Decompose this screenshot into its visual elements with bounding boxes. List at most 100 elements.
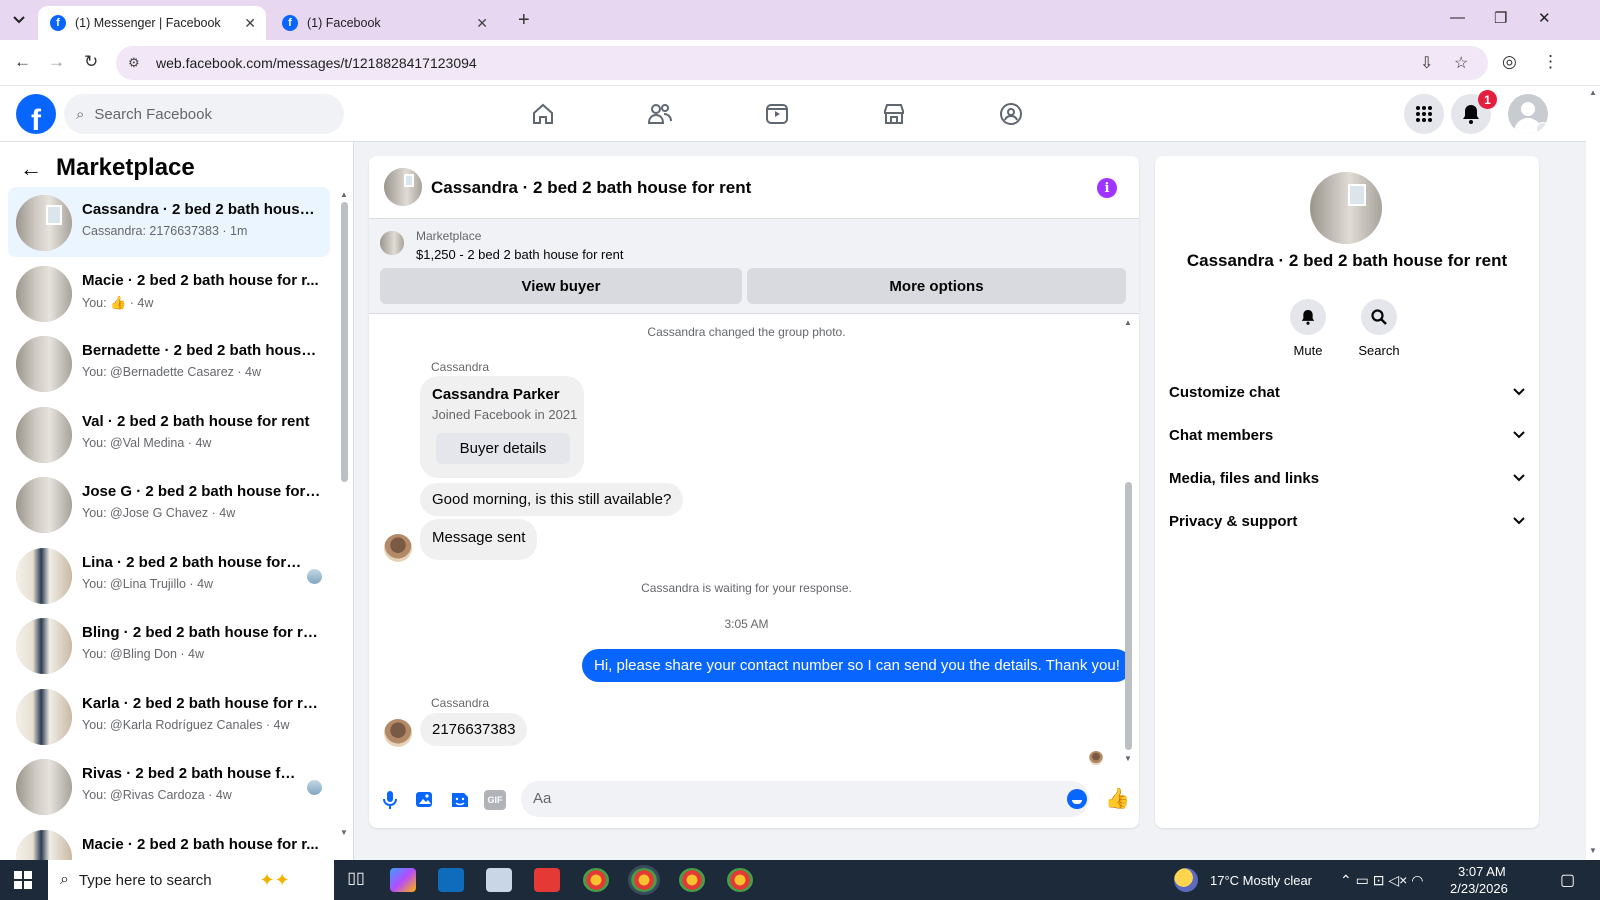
tab-facebook[interactable]: f (1) Facebook ✕ [270,6,498,40]
chat-members-section[interactable]: Chat members [1169,417,1525,453]
conversation-item[interactable]: Jose G · 2 bed 2 bath house for r... You… [8,469,330,539]
remote-desktop-icon[interactable] [486,868,512,892]
microphone-icon[interactable] [379,789,401,811]
sticker-icon[interactable] [449,789,471,811]
home-icon[interactable] [528,100,558,128]
conversation-item[interactable]: Rivas · 2 bed 2 bath house for... You: @… [8,751,330,821]
more-options-button[interactable]: More options [747,268,1126,304]
new-tab-button[interactable]: + [518,9,530,32]
facebook-search-input[interactable]: ⌕ Search Facebook [64,94,344,134]
scroll-up-arrow[interactable]: ▲ [1589,88,1597,97]
privacy-support-section[interactable]: Privacy & support [1169,503,1525,539]
marketplace-icon[interactable] [879,100,909,128]
bookmark-star-icon[interactable]: ☆ [1454,53,1468,73]
mute-button[interactable]: Mute [1278,299,1338,358]
search-in-conversation-button[interactable]: Search [1349,299,1409,358]
chrome-icon[interactable] [583,868,609,892]
media-files-links-section[interactable]: Media, files and links [1169,460,1525,496]
incoming-message[interactable]: 2176637383 [420,713,528,746]
incoming-message[interactable]: Good morning, is this still available? [420,483,684,516]
back-arrow-icon[interactable]: ← [20,156,42,182]
scroll-up-arrow[interactable]: ▲ [340,190,348,199]
conversation-preview: Cassandra: 2176637383 · 1m [82,224,248,238]
scroll-down-arrow[interactable]: ▼ [340,828,348,837]
weather-icon[interactable] [1174,868,1198,892]
menu-grid-button[interactable] [1404,94,1444,134]
groups-icon[interactable] [996,100,1026,128]
back-button[interactable]: ← [14,52,31,72]
view-buyer-button[interactable]: View buyer [380,268,742,304]
conversation-item[interactable]: Bernadette · 2 bed 2 bath house... You: … [8,328,330,398]
chrome-menu-icon[interactable]: ⋮ [1542,52,1559,72]
conversation-item[interactable]: Macie · 2 bed 2 bath house for r... You:… [8,258,330,328]
anydesk-icon[interactable] [534,868,560,892]
gif-icon[interactable]: GIF [484,790,506,810]
scroll-down-arrow[interactable]: ▼ [1589,846,1597,855]
video-icon[interactable] [762,100,792,128]
scroll-down-arrow[interactable]: ▼ [1124,754,1132,763]
chat-avatar[interactable] [384,168,422,206]
close-window-button[interactable]: ✕ [1538,9,1551,27]
site-info-icon[interactable]: ⚙ [128,55,140,71]
friends-icon[interactable] [645,100,675,128]
buyer-name: Cassandra Parker [432,386,560,403]
buyer-details-button[interactable]: Buyer details [436,433,570,464]
chat-title[interactable]: Cassandra · 2 bed 2 bath house for rent [431,178,751,198]
minimize-button[interactable]: — [1450,9,1465,26]
conversation-item[interactable]: Macie · 2 bed 2 bath house for r... [8,822,330,860]
taskbar-search-input[interactable]: ⌕ Type here to search ✦✦ [48,860,334,900]
conversation-item[interactable]: Cassandra · 2 bed 2 bath house ... Cassa… [8,187,330,257]
page-scrollbar[interactable]: ▲ ▼ [1586,86,1600,860]
clock-time[interactable]: 3:07 AM [1458,864,1506,879]
close-tab-icon[interactable]: ✕ [476,15,488,32]
chrome-profile-icon[interactable] [628,865,660,895]
profile-icon[interactable]: ◎ [1502,52,1517,72]
listing-price-title[interactable]: $1,250 - 2 bed 2 bath house for rent [416,247,623,262]
like-thumb-icon[interactable]: 👍 [1105,786,1130,811]
windows-start-icon[interactable] [14,871,32,889]
url-text[interactable]: web.facebook.com/messages/t/121882841712… [156,55,477,71]
install-app-icon[interactable]: ⇩ [1420,53,1433,73]
sender-avatar[interactable] [384,719,412,747]
facebook-logo[interactable]: f [16,94,56,134]
task-view-icon[interactable]: ▯▯ [343,868,369,892]
notifications-button[interactable]: 1 [1451,90,1497,134]
chrome-profile-icon[interactable] [727,868,753,892]
close-tab-icon[interactable]: ✕ [244,15,256,32]
forward-button[interactable]: → [48,52,65,72]
conversation-item[interactable]: Bling · 2 bed 2 bath house for rent You:… [8,610,330,680]
chrome-profile-icon[interactable] [679,868,705,892]
account-avatar[interactable]: ⌄ [1508,94,1548,134]
tab-search-dropdown[interactable] [6,8,32,32]
conversation-item[interactable]: Karla · 2 bed 2 bath house for rent You:… [8,681,330,751]
copilot-icon[interactable] [390,868,416,892]
conversation-name: Cassandra · 2 bed 2 bath house for rent [1186,251,1508,270]
search-highlight-icon: ✦✦ [259,869,290,890]
scroll-up-arrow[interactable]: ▲ [1124,318,1132,327]
sender-avatar[interactable] [384,534,412,562]
tab-messenger[interactable]: f (1) Messenger | Facebook ✕ [38,6,266,40]
sender-name: Cassandra [431,696,490,710]
notification-center-icon[interactable]: ▢ [1560,870,1575,890]
info-icon[interactable]: i [1097,178,1117,198]
customize-chat-section[interactable]: Customize chat [1169,374,1525,410]
conversation-photo[interactable] [1310,172,1382,244]
chat-scrollbar[interactable] [1125,482,1132,750]
omnibox[interactable]: ⚙ web.facebook.com/messages/t/1218828417… [116,46,1488,80]
message-input[interactable]: Aa [521,781,1089,817]
tray-icons[interactable]: ⌃ ▭ ⊡ ◁× ◠ [1340,872,1423,889]
sidebar-scrollbar[interactable] [341,202,348,482]
conversation-item[interactable]: Lina · 2 bed 2 bath house for r... You: … [8,540,330,610]
emoji-icon[interactable] [1067,789,1087,809]
outlook-icon[interactable] [438,868,464,892]
clock-date[interactable]: 2/23/2026 [1450,881,1508,896]
weather-text[interactable]: 17°C Mostly clear [1210,873,1312,888]
restore-button[interactable]: ❐ [1494,9,1507,27]
outgoing-message[interactable]: Hi, please share your contact number so … [582,649,1132,682]
photo-icon[interactable] [414,789,436,811]
incoming-message[interactable]: Message sent [420,519,538,560]
reload-button[interactable]: ↻ [84,52,98,72]
conversation-item[interactable]: Val · 2 bed 2 bath house for rent You: @… [8,399,330,469]
section-label: Media, files and links [1169,469,1320,487]
buyer-joined: Joined Facebook in 2021 [432,407,578,422]
